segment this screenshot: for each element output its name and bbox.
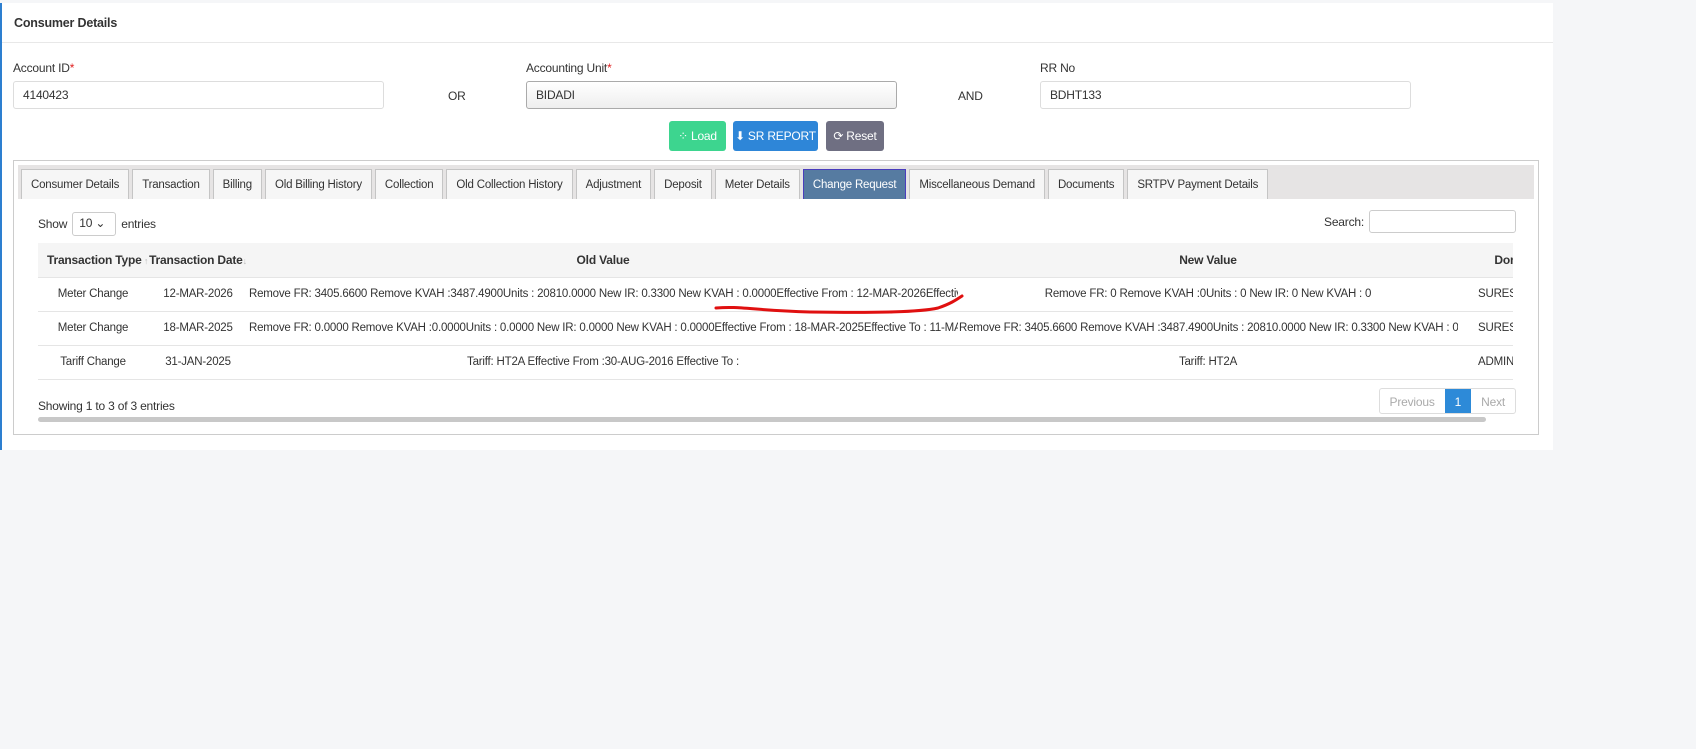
download-icon: ⬇ <box>735 129 745 143</box>
account-id-input[interactable]: 4140423 <box>13 81 384 109</box>
previous-button[interactable]: Previous <box>1380 389 1445 413</box>
tab-adjustment[interactable]: Adjustment <box>575 169 652 199</box>
table-row: Meter Change 18-MAR-2025 Remove FR: 0.0000… <box>38 310 1513 345</box>
tab-srtpv-payment-details[interactable]: SRTPV Payment Details <box>1127 169 1269 199</box>
table-cell: 18-MAR-2025 <box>148 310 248 345</box>
and-label: AND <box>958 89 983 103</box>
column-header[interactable]: Old Value <box>248 243 958 277</box>
red-annotation-underline <box>714 294 964 314</box>
sr-report-button[interactable]: ⬇ SR REPORT <box>733 121 818 151</box>
table-cell: ADMIN <box>1458 344 1513 380</box>
table-cell: Meter Change <box>38 276 148 311</box>
table-cell: Meter Change <box>38 310 148 345</box>
tab-consumer-details[interactable]: Consumer Details <box>21 169 130 199</box>
tab-transaction[interactable]: Transaction <box>132 169 210 199</box>
entries-select[interactable]: 10 ⌄ <box>72 212 117 236</box>
load-button[interactable]: ⁘ Load <box>669 121 726 151</box>
tab-old-collection-history[interactable]: Old Collection History <box>446 169 573 199</box>
table-cell: 12-MAR-2026 <box>148 276 248 311</box>
table-cell: Tariff: HT2A <box>958 344 1458 380</box>
horizontal-scrollbar[interactable] <box>38 417 1486 422</box>
tab-billing[interactable]: Billing <box>212 169 262 199</box>
column-header[interactable]: Transaction Date↓ <box>148 243 248 277</box>
pagination: Previous 1 Next <box>1378 388 1516 414</box>
page-1-button[interactable]: 1 <box>1444 389 1472 413</box>
table-cell: 31-JAN-2025 <box>148 344 248 380</box>
table-cell: Remove FR: 0 Remove KVAH :0Units : 0 New… <box>958 276 1458 311</box>
table-cell: SURESH BA <box>1458 276 1513 311</box>
table-row: Tariff Change 31-JAN-2025 Tariff: HT2A Eff… <box>38 344 1513 380</box>
tab-change-request[interactable]: Change Request <box>802 169 907 199</box>
tab-deposit[interactable]: Deposit <box>654 169 712 199</box>
entries-label: entries <box>121 217 156 231</box>
consumer-details-card: Consumer Details Account ID* 4140423 OR … <box>0 3 1553 450</box>
next-button[interactable]: Next <box>1471 389 1515 413</box>
column-header[interactable]: Done By <box>1458 243 1513 277</box>
table-cell: Tariff: HT2A Effective From :30-AUG-2016… <box>248 344 958 380</box>
search-input[interactable] <box>1369 210 1516 233</box>
or-label: OR <box>448 89 466 103</box>
page-title: Consumer Details <box>2 3 1553 43</box>
tab-bar: Consumer Details Transaction Billing Old Bi… <box>18 165 1534 199</box>
tab-documents[interactable]: Documents <box>1047 169 1125 199</box>
sort-icon: ↓ <box>242 255 248 266</box>
rr-no-label: RR No <box>1040 61 1076 75</box>
tab-miscellaneous-demand[interactable]: Miscellaneous Demand <box>909 169 1045 199</box>
search-label: Search: <box>1324 214 1364 229</box>
table-cell: Tariff Change <box>38 344 148 380</box>
accounting-unit-select[interactable]: BIDADI <box>526 81 897 109</box>
tab-meter-details[interactable]: Meter Details <box>714 169 800 199</box>
account-id-label: Account ID* <box>13 61 75 75</box>
show-label: Show <box>38 217 68 231</box>
table-cell: Remove FR: 0.0000 Remove KVAH :0.0000Uni… <box>248 310 958 345</box>
chevron-down-icon: ⌄ <box>95 216 106 230</box>
table-cell: SURESH BA <box>1458 310 1513 345</box>
rr-no-input[interactable]: BDHT133 <box>1040 81 1411 109</box>
length-control: Show 10 ⌄ entries <box>38 212 156 236</box>
tab-old-billing-history[interactable]: Old Billing History <box>264 169 372 199</box>
refresh-icon: ⟳ <box>833 129 844 143</box>
search-control: Search: <box>1324 210 1516 233</box>
tab-collection[interactable]: Collection <box>374 169 444 199</box>
column-header[interactable]: Transaction Type ↑↓ <box>38 243 148 277</box>
reset-button[interactable]: ⟳ Reset <box>826 121 884 151</box>
table-info: Showing 1 to 3 of 3 entries <box>38 399 175 413</box>
spinner-icon: ⁘ <box>678 129 688 143</box>
table-cell: Remove FR: 3405.6600 Remove KVAH :3487.4… <box>958 310 1458 345</box>
column-header[interactable]: New Value <box>958 243 1458 277</box>
sort-icon: ↑↓ <box>143 255 148 266</box>
accounting-unit-label: Accounting Unit* <box>526 61 612 75</box>
